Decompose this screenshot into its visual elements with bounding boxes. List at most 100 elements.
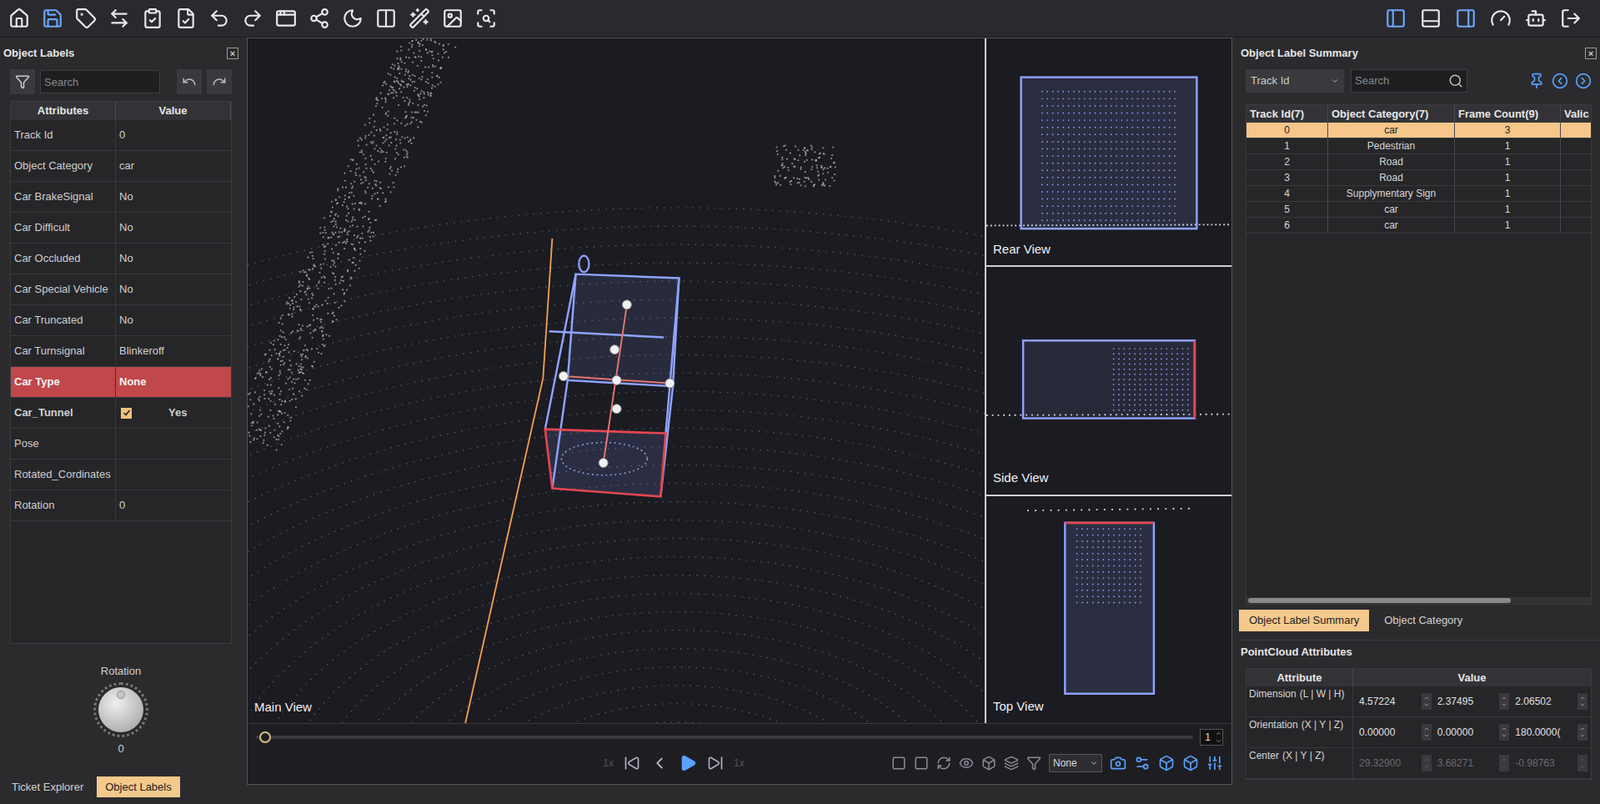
filter-button[interactable]	[10, 69, 36, 95]
number-field[interactable]: 0.00000	[1434, 722, 1510, 742]
prev-icon[interactable]	[1551, 72, 1569, 90]
undo-button[interactable]	[176, 69, 202, 95]
rear-view[interactable]: Rear View	[986, 38, 1232, 266]
stop-icon[interactable]	[891, 755, 907, 771]
frame-slider[interactable]	[255, 730, 1194, 744]
attribute-row[interactable]: Car TypeNone	[10, 366, 231, 398]
panel-bottom-icon[interactable]	[1419, 7, 1442, 30]
attribute-row[interactable]: Car DifficultNo	[10, 212, 231, 244]
column-header[interactable]: Object Category(7)	[1328, 105, 1455, 123]
wand-icon[interactable]	[408, 7, 431, 30]
handle-dot[interactable]	[610, 345, 620, 355]
image-icon[interactable]	[441, 7, 464, 30]
handle-dot[interactable]	[558, 371, 568, 381]
mode-dropdown[interactable]: None	[1048, 753, 1103, 773]
save-icon[interactable]	[41, 7, 64, 30]
attribute-row[interactable]: Object Categorycar	[10, 150, 231, 182]
handle-dot[interactable]	[621, 300, 632, 310]
window-icon[interactable]	[275, 7, 297, 30]
summary-tabs: Object Label SummaryObject Category	[1237, 609, 1600, 632]
attribute-row[interactable]: Car Special VehicleNo	[10, 274, 231, 306]
attribute-row[interactable]: Track Id0	[10, 120, 231, 151]
undo-icon[interactable]	[208, 7, 231, 30]
scrollbar[interactable]	[1246, 596, 1591, 604]
tab[interactable]: Object Labels	[96, 776, 181, 798]
summary-row[interactable]: 5car1	[1246, 201, 1591, 218]
rotation-knob[interactable]	[93, 682, 149, 738]
search-input[interactable]	[40, 70, 161, 94]
attribute-row[interactable]: Car OccludedNo	[10, 243, 231, 275]
attribute-row[interactable]: Car_TunnelYes	[10, 397, 231, 429]
pin-icon[interactable]	[1528, 72, 1545, 90]
tab[interactable]: Object Category	[1374, 609, 1473, 632]
share-icon[interactable]	[308, 7, 331, 30]
camera-icon[interactable]	[1109, 754, 1127, 772]
number-field[interactable]: 180.0000(	[1512, 722, 1588, 742]
square-icon[interactable]	[913, 755, 929, 771]
home-icon[interactable]	[8, 7, 31, 30]
close-button[interactable]: ×	[1584, 47, 1597, 60]
sliders-icon[interactable]	[1206, 754, 1224, 772]
logout-icon[interactable]	[1559, 7, 1582, 30]
moon-icon[interactable]	[341, 7, 364, 30]
refresh-icon[interactable]	[936, 755, 952, 771]
column-header[interactable]: Track Id(7)	[1246, 105, 1329, 123]
panel-right-icon[interactable]	[1454, 7, 1477, 30]
number-field[interactable]: 0.00000	[1356, 722, 1432, 742]
attribute-row[interactable]: Car BrakeSignalNo	[10, 181, 231, 213]
forward-icon[interactable]	[707, 754, 724, 772]
tunnel-checkbox[interactable]	[120, 407, 132, 419]
number-field[interactable]: 2.37495	[1434, 692, 1510, 711]
scan-icon[interactable]	[475, 7, 497, 30]
attribute-row[interactable]: Car TurnsignalBlinkeroff	[10, 336, 231, 367]
attribute-row[interactable]: Car TruncatedNo	[10, 305, 231, 337]
attribute-row[interactable]: Rotated_Cordinates	[10, 459, 231, 491]
settings-icon[interactable]	[1133, 754, 1151, 772]
tag-icon[interactable]	[75, 7, 97, 30]
play-icon[interactable]	[678, 753, 698, 773]
rewind-icon[interactable]	[623, 754, 641, 772]
handle-dot[interactable]	[665, 378, 675, 388]
handle-dot[interactable]	[611, 404, 622, 414]
tab[interactable]: Ticket Explorer	[3, 776, 92, 798]
cube-outline-icon[interactable]	[1182, 754, 1199, 772]
prev-icon[interactable]	[650, 753, 669, 773]
summary-row[interactable]: 6car1	[1246, 217, 1591, 234]
summary-row[interactable]: 1Pedestrian1	[1246, 138, 1591, 155]
gauge-icon[interactable]	[1489, 7, 1512, 30]
number-field[interactable]: 4.57224	[1356, 692, 1432, 711]
summary-row[interactable]: 4Supplymentary Sign1	[1246, 185, 1591, 202]
column-header[interactable]: Frame Count(9)	[1454, 105, 1561, 123]
attribute-row[interactable]: Rotation0	[10, 490, 231, 522]
next-icon[interactable]	[1574, 72, 1592, 90]
handle-dot[interactable]	[611, 375, 622, 385]
side-view[interactable]: Side View	[986, 266, 1232, 494]
layers-icon[interactable]	[1003, 755, 1019, 771]
panel-left-icon[interactable]	[1384, 7, 1407, 30]
main-view[interactable]: Main View	[247, 38, 985, 723]
file-check-icon[interactable]	[175, 7, 197, 30]
filter-icon[interactable]	[1026, 755, 1042, 771]
swap-icon[interactable]	[108, 7, 131, 30]
box-icon[interactable]	[981, 755, 997, 771]
top-view[interactable]: Top View	[986, 496, 1232, 723]
search-input[interactable]	[1351, 72, 1449, 90]
bot-icon[interactable]	[1524, 7, 1547, 30]
summary-row[interactable]: 0car3	[1246, 122, 1591, 139]
number-field[interactable]: 2.06502	[1512, 692, 1588, 711]
attribute-row[interactable]: Pose	[10, 428, 231, 460]
summary-row[interactable]: 3Road1	[1246, 170, 1591, 186]
cube-icon[interactable]	[1158, 754, 1175, 772]
handle-dot[interactable]	[598, 457, 608, 467]
eye-icon[interactable]	[958, 755, 974, 771]
checklist-icon[interactable]	[141, 7, 164, 30]
filter-dropdown[interactable]: Track Id	[1245, 69, 1345, 93]
redo-icon[interactable]	[241, 7, 264, 30]
redo-button[interactable]	[206, 69, 232, 95]
columns-icon[interactable]	[375, 7, 397, 30]
frame-spinner[interactable]: 1	[1199, 728, 1224, 746]
close-button[interactable]: ×	[226, 47, 239, 60]
column-header[interactable]: Valic	[1560, 105, 1592, 123]
tab[interactable]: Object Label Summary	[1238, 609, 1370, 632]
summary-row[interactable]: 2Road1	[1246, 154, 1591, 171]
